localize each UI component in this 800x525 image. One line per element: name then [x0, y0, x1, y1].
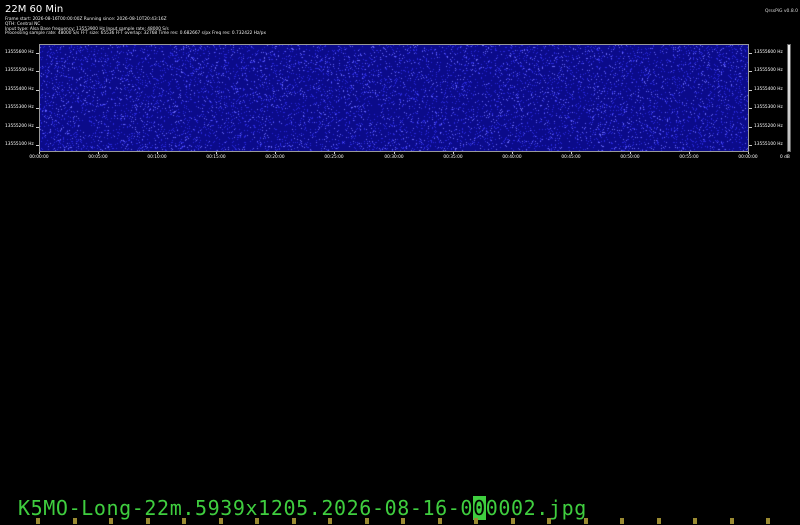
info-block: Frame start: 2026-08-16T00:00:00Z Runnin… — [5, 17, 266, 37]
time-label: 00:40:00 — [502, 155, 522, 160]
freq-label-right-13555500: 13555500 Hz — [754, 68, 783, 73]
time-label: 00:30:00 — [384, 155, 404, 160]
time-tick — [512, 152, 513, 154]
bottom-tick — [693, 518, 697, 524]
freq-tick-right — [749, 53, 752, 54]
bottom-tick — [109, 518, 113, 524]
bottom-tick-strip — [0, 518, 800, 525]
time-label: 00:50:00 — [620, 155, 640, 160]
freq-tick-right — [749, 127, 752, 128]
image-filename: K5MO-Long-22m.5939x1205.2026-08-16-00000… — [18, 496, 587, 520]
bottom-tick — [218, 518, 223, 524]
bottom-tick — [182, 518, 186, 524]
time-label: 00:35:00 — [443, 155, 463, 160]
freq-label-left-13555500: 13555500 Hz — [5, 68, 34, 73]
bottom-tick — [766, 518, 770, 524]
time-label: 00:00:00 — [29, 155, 49, 160]
chart-title: 22M 60 Min — [5, 4, 64, 15]
freq-label-right-13555200: 13555200 Hz — [754, 124, 783, 129]
time-label: 00:00:00 — [738, 155, 758, 160]
time-tick — [748, 152, 749, 154]
waterfall-noise — [40, 45, 748, 151]
freq-tick-left — [36, 145, 39, 146]
filename-suffix: 0002.jpg — [485, 496, 587, 520]
bottom-tick — [547, 518, 551, 524]
time-tick — [39, 152, 40, 154]
freq-tick-left — [36, 53, 39, 54]
time-tick — [216, 152, 217, 154]
bottom-tick — [36, 518, 40, 524]
bottom-tick — [291, 518, 296, 524]
bottom-tick — [437, 518, 442, 524]
time-tick — [453, 152, 454, 154]
bottom-tick — [401, 518, 405, 524]
time-tick — [394, 152, 395, 154]
filename-prefix: K5MO-Long-22m.5939x1205.2026-08-16-0 — [18, 496, 474, 520]
freq-tick-left — [36, 90, 39, 91]
freq-tick-left — [36, 71, 39, 72]
time-tick — [334, 152, 335, 154]
freq-tick-right — [749, 90, 752, 91]
time-label: 00:10:00 — [147, 155, 167, 160]
time-tick — [157, 152, 158, 154]
bottom-tick — [583, 518, 588, 524]
bottom-tick — [255, 518, 259, 524]
freq-label-left-13555200: 13555200 Hz — [5, 124, 34, 129]
bottom-tick — [328, 518, 332, 524]
freq-label-right-13555600: 13555600 Hz — [754, 50, 783, 55]
time-label: 00:45:00 — [561, 155, 581, 160]
freq-label-right-13555300: 13555300 Hz — [754, 105, 783, 110]
freq-tick-left — [36, 108, 39, 109]
waterfall-display[interactable] — [39, 44, 749, 152]
time-label: 00:15:00 — [206, 155, 226, 160]
bottom-tick — [510, 518, 515, 524]
bottom-tick — [72, 518, 77, 524]
info-line-processing: Processing sample rate: 48000 S/s FFT si… — [5, 31, 266, 37]
text-cursor: 0 — [473, 496, 486, 520]
bottom-tick — [656, 518, 661, 524]
intensity-scale-label: 0 dB — [780, 155, 790, 160]
freq-label-right-13555400: 13555400 Hz — [754, 87, 783, 92]
time-tick — [630, 152, 631, 154]
time-tick — [275, 152, 276, 154]
freq-label-left-13555600: 13555600 Hz — [5, 50, 34, 55]
freq-tick-right — [749, 71, 752, 72]
time-tick — [571, 152, 572, 154]
app-version: QrssPiG v0.8.0 — [765, 9, 798, 14]
freq-tick-left — [36, 127, 39, 128]
freq-tick-right — [749, 145, 752, 146]
bottom-tick — [145, 518, 150, 524]
bottom-tick — [474, 518, 478, 524]
time-label: 00:25:00 — [324, 155, 344, 160]
time-tick — [98, 152, 99, 154]
intensity-scale-bar — [787, 44, 791, 152]
freq-label-left-13555400: 13555400 Hz — [5, 87, 34, 92]
time-label: 00:55:00 — [679, 155, 699, 160]
bottom-tick — [364, 518, 369, 524]
freq-label-left-13555100: 13555100 Hz — [5, 142, 34, 147]
time-tick — [689, 152, 690, 154]
freq-label-right-13555100: 13555100 Hz — [754, 142, 783, 147]
time-label: 00:05:00 — [88, 155, 108, 160]
bottom-tick — [620, 518, 624, 524]
freq-tick-right — [749, 108, 752, 109]
freq-label-left-13555300: 13555300 Hz — [5, 105, 34, 110]
bottom-tick — [729, 518, 734, 524]
time-label: 00:20:00 — [265, 155, 285, 160]
